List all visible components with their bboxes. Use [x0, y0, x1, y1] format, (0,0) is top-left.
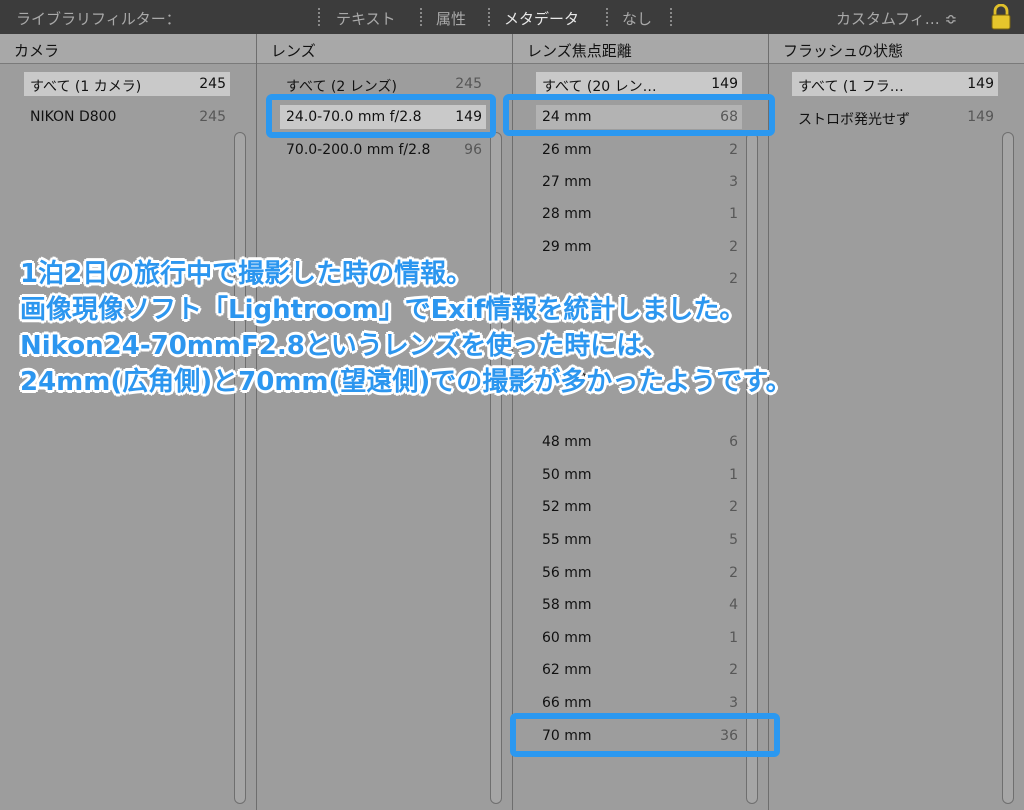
filter-bar-title: ライブラリフィルター： [16, 10, 181, 28]
list-item[interactable]: NIKON D800 245 [24, 105, 230, 129]
list-item[interactable]: ストロボ発光せず 149 [792, 105, 998, 129]
list-item[interactable]: 66 mm 3 [536, 691, 742, 715]
scrollbar[interactable] [234, 132, 246, 804]
column-divider [512, 34, 513, 810]
list-item[interactable]: 28 mm 1 [536, 202, 742, 226]
tab-text[interactable]: テキスト [336, 8, 396, 29]
library-filter-panel: ライブラリフィルター： テキスト 属性 メタデータ なし カスタムフィ… ≎ カ… [0, 0, 1024, 810]
list-item[interactable]: 62 mm 2 [536, 658, 742, 682]
scrollbar[interactable] [490, 132, 502, 804]
divider [670, 8, 674, 26]
list-item[interactable]: 60 mm 1 [536, 626, 742, 650]
list-item[interactable]: 52 mm 2 [536, 495, 742, 519]
list-item[interactable]: 56 mm 2 [536, 561, 742, 585]
annotation-line: 1泊2日の旅行中で撮影した時の情報。 [20, 259, 473, 289]
custom-filter-preset-select[interactable]: カスタムフィ… ≎ [836, 8, 957, 29]
tab-attribute[interactable]: 属性 [436, 8, 466, 29]
scrollbar[interactable] [1002, 132, 1014, 804]
list-item[interactable]: 48 mm 6 [536, 430, 742, 454]
list-item[interactable]: 27 mm 3 [536, 170, 742, 194]
scrollbar[interactable] [746, 132, 758, 804]
list-item[interactable]: 58 mm 4 [536, 593, 742, 617]
highlight-box-70mm [510, 713, 780, 757]
library-filter-bar: ライブラリフィルター： テキスト 属性 メタデータ なし カスタムフィ… ≎ [0, 0, 1024, 34]
list-item[interactable]: すべて (2 レンズ) 245 [280, 72, 486, 96]
list-item[interactable]: 26 mm 2 [536, 138, 742, 162]
highlight-box-lens [266, 94, 496, 138]
column-divider [768, 34, 769, 810]
list-item[interactable]: すべて (20 レン… 149 [536, 72, 742, 96]
list-item[interactable]: 50 mm 1 [536, 463, 742, 487]
highlight-box-24mm [503, 94, 775, 136]
tab-metadata[interactable]: メタデータ [504, 8, 579, 29]
column-divider [256, 34, 257, 810]
column-header-lens[interactable]: レンズ [257, 34, 512, 64]
annotation-line: Nikon24-70mmF2.8というレンズを使った時には、 [20, 331, 669, 361]
divider [606, 8, 610, 26]
tab-none[interactable]: なし [622, 8, 652, 29]
lock-icon[interactable] [990, 4, 1012, 30]
list-item[interactable]: すべて (1 カメラ) 245 [24, 72, 230, 96]
annotation-text: 1泊2日の旅行中で撮影した時の情報。 画像現像ソフト「Lightroom」でEx… [20, 256, 792, 400]
list-item[interactable]: 55 mm 5 [536, 528, 742, 552]
column-header-camera[interactable]: カメラ [0, 34, 256, 64]
list-item[interactable]: すべて (1 フラ… 149 [792, 72, 998, 96]
column-header-focal-length[interactable]: レンズ焦点距離 [513, 34, 768, 64]
divider [318, 8, 322, 26]
column-header-flash-state[interactable]: フラッシュの状態 [769, 34, 1024, 64]
divider [420, 8, 424, 26]
list-item[interactable]: 70.0-200.0 mm f/2.8 96 [280, 138, 486, 162]
divider [488, 8, 492, 26]
annotation-line: 24mm(広角側)と70mm(望遠側)での撮影が多かったようです。 [20, 367, 792, 397]
annotation-line: 画像現像ソフト「Lightroom」でExif情報を統計しました。 [20, 295, 746, 325]
